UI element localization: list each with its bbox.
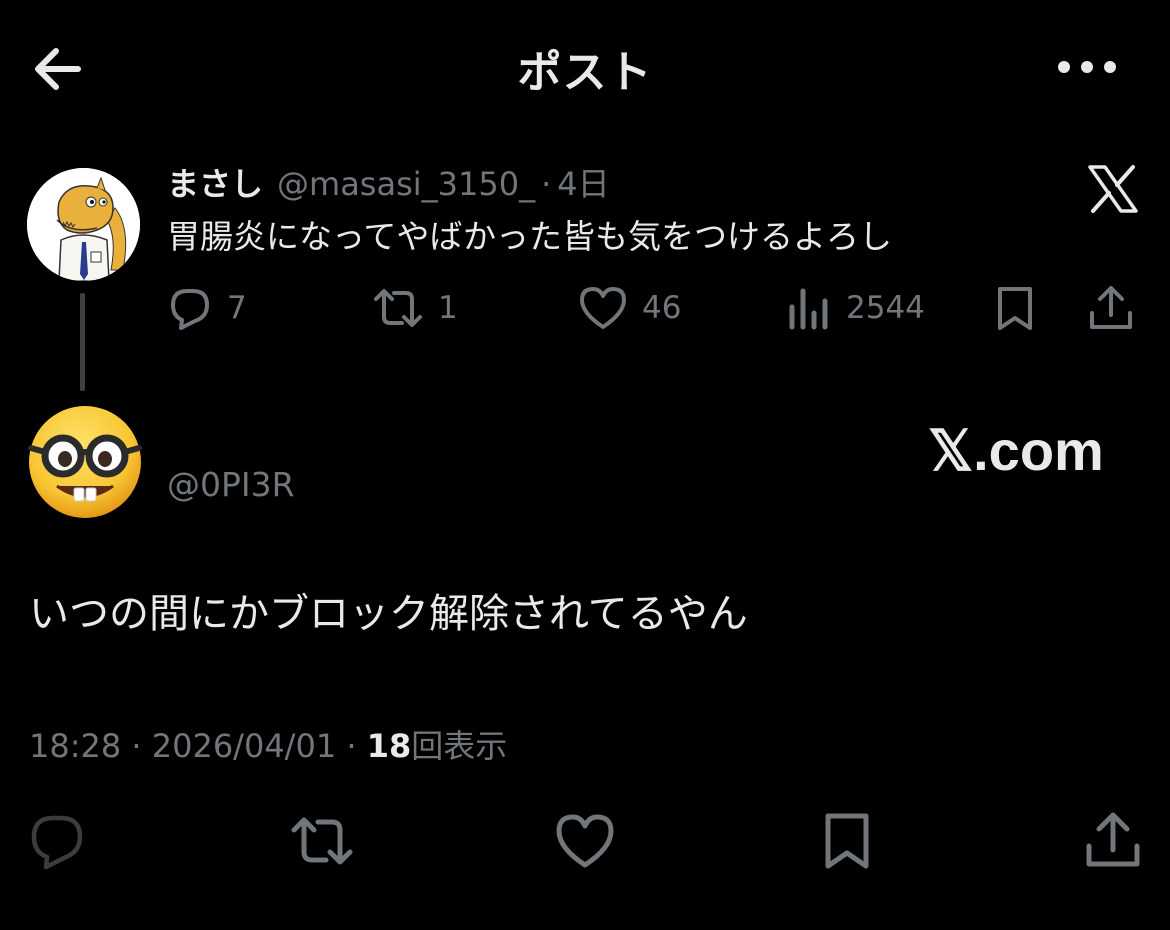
dinosaur-avatar-icon (27, 168, 140, 281)
more-options-button[interactable] (1052, 40, 1122, 94)
avatar[interactable] (27, 404, 143, 520)
more-horizontal-icon (1058, 61, 1116, 73)
parent-post-text: 胃腸炎になってやばかった皆も気をつけるよろし (167, 217, 893, 256)
views-action[interactable]: 2544 (786, 282, 925, 334)
heart-icon (580, 287, 626, 329)
post-time[interactable]: 18:28 (29, 727, 121, 765)
page-title: ポスト (517, 47, 653, 98)
like-action[interactable]: 46 (576, 282, 681, 334)
parent-post-header: まさし @masasi_3150_ · 4日 (167, 162, 610, 206)
heart-icon (556, 814, 614, 868)
x-logo-button[interactable] (1086, 162, 1140, 216)
like-button[interactable] (553, 810, 617, 872)
views-label: 回表示 (411, 727, 508, 765)
share-icon (1086, 812, 1140, 867)
repost-action[interactable]: 1 (370, 282, 458, 334)
share-action[interactable] (1086, 282, 1136, 334)
bookmark-icon (998, 287, 1032, 330)
repost-icon (374, 289, 422, 327)
repost-icon (291, 817, 353, 865)
views-count: 2544 (846, 290, 925, 326)
share-button[interactable] (1082, 810, 1144, 872)
separator: · (541, 165, 552, 203)
separator: · (131, 727, 142, 765)
nerd-face-icon (28, 406, 142, 518)
repost-count: 1 (438, 290, 458, 326)
display-name[interactable]: まさし (167, 165, 263, 203)
reply-icon (31, 815, 83, 870)
post-metadata: 18:28 · 2026/04/01 · 18回表示 (29, 724, 507, 768)
post-date[interactable]: 2026/04/01 (152, 727, 336, 765)
avatar[interactable] (27, 168, 140, 281)
thread-connector-line (80, 293, 85, 391)
bookmark-action[interactable] (992, 282, 1038, 334)
x-logo-icon (1088, 165, 1138, 213)
reply-button[interactable] (26, 810, 88, 872)
x-com-watermark: 𝕏.com (928, 419, 1104, 482)
main-post-text: いつの間にかブロック解除されてるやん (29, 591, 748, 637)
reply-action[interactable]: 7 (165, 282, 247, 334)
views-count: 18 (366, 727, 412, 765)
share-icon (1090, 286, 1132, 329)
separator: · (346, 727, 357, 765)
post-time[interactable]: 4日 (557, 165, 609, 203)
reply-count: 7 (227, 290, 247, 326)
like-count: 46 (642, 290, 682, 326)
reply-icon (171, 289, 209, 330)
bookmark-icon (825, 813, 869, 869)
repost-button[interactable] (288, 810, 356, 872)
user-handle[interactable]: @0PI3R (167, 465, 295, 504)
bookmark-button[interactable] (820, 810, 882, 872)
user-handle[interactable]: @masasi_3150_ (277, 165, 535, 203)
analytics-icon (789, 288, 828, 330)
